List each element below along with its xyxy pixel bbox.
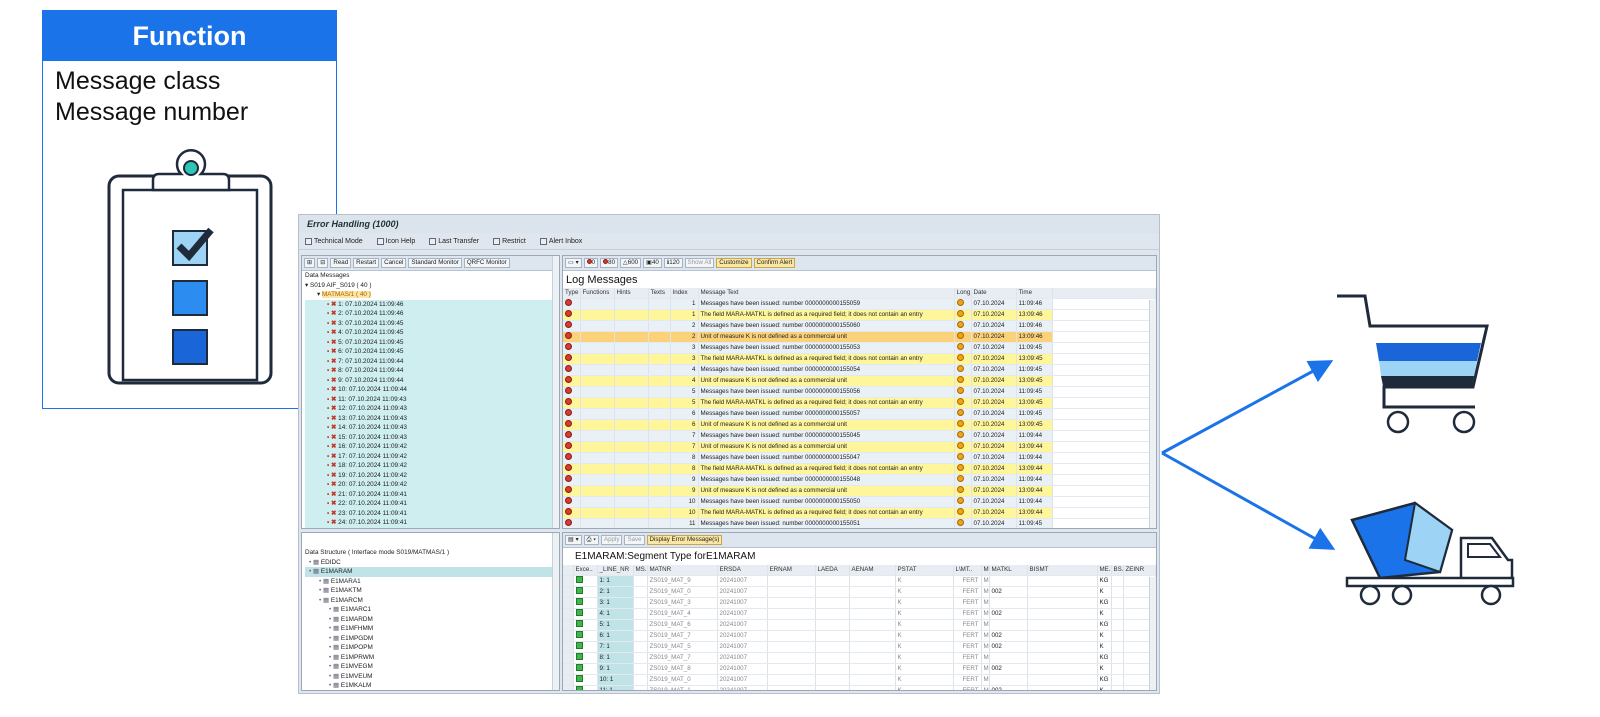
arrow-to-cart: [1161, 360, 1334, 455]
cement-mixer-truck-icon: [1345, 501, 1515, 606]
shopping-cart-icon: [1337, 294, 1489, 434]
slide: Function Message class Message number Er…: [0, 0, 1600, 717]
flow-arrows: [1161, 294, 1515, 606]
arrow-to-truck: [1161, 451, 1336, 550]
